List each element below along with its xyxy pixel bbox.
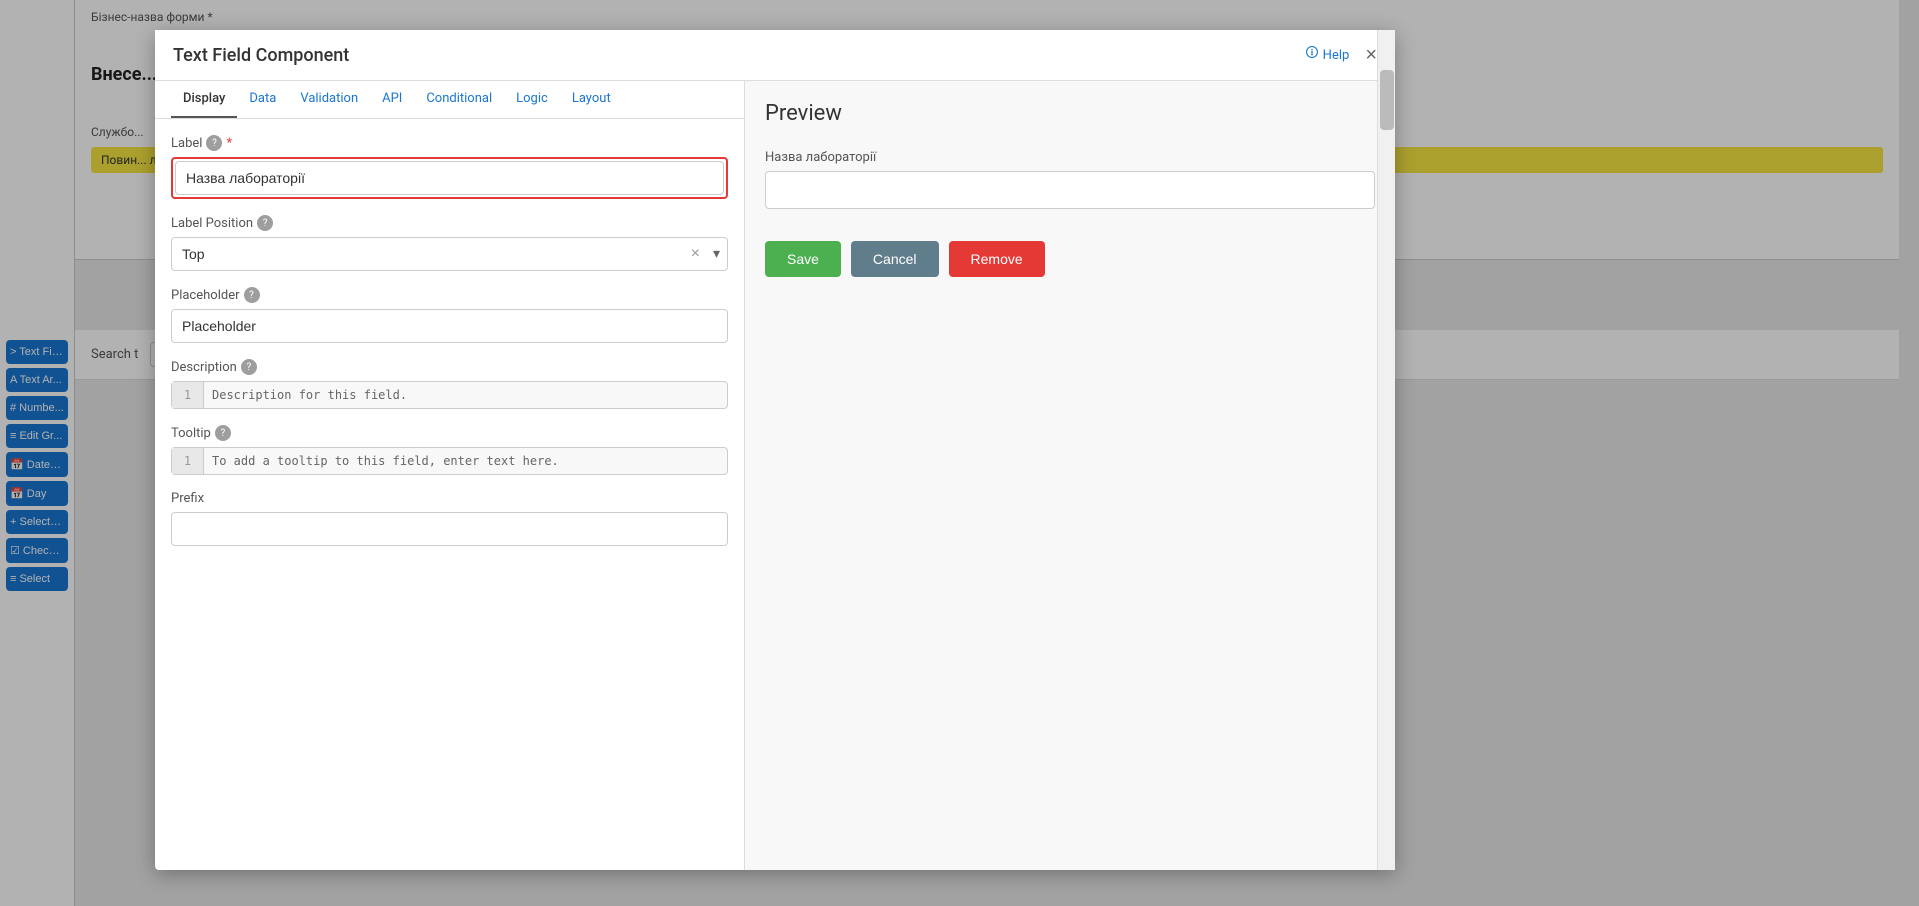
modal-scrollbar[interactable] bbox=[1377, 30, 1395, 870]
modal-title: Text Field Component bbox=[173, 45, 349, 66]
cancel-button[interactable]: Cancel bbox=[851, 241, 939, 277]
description-line-number: 1 bbox=[172, 382, 204, 408]
tab-logic[interactable]: Logic bbox=[504, 81, 560, 118]
help-label: Help bbox=[1323, 48, 1350, 63]
placeholder-help-icon[interactable]: ? bbox=[244, 287, 260, 303]
placeholder-text: Placeholder bbox=[171, 288, 240, 303]
placeholder-field-group: Placeholder ? bbox=[171, 287, 728, 343]
label-field-group: Label ? * bbox=[171, 135, 728, 199]
description-content[interactable]: Description for this field. bbox=[204, 382, 727, 408]
select-clear-button[interactable]: × bbox=[691, 245, 700, 263]
description-field-label: Description ? bbox=[171, 359, 728, 375]
tooltip-content[interactable]: To add a tooltip to this field, enter te… bbox=[204, 448, 727, 474]
tab-api[interactable]: API bbox=[370, 81, 414, 118]
preview-field-label: Назва лабораторії bbox=[765, 150, 1375, 165]
tooltip-field-group: Tooltip ? 1 To add a tooltip to this fie… bbox=[171, 425, 728, 475]
tooltip-editor: 1 To add a tooltip to this field, enter … bbox=[171, 447, 728, 475]
label-text: Label bbox=[171, 136, 202, 151]
remove-button[interactable]: Remove bbox=[949, 241, 1045, 277]
prefix-field-group: Prefix bbox=[171, 491, 728, 546]
modal-header: Text Field Component 🛈 Help × bbox=[155, 30, 1395, 81]
preview-title: Preview bbox=[765, 101, 1375, 126]
tab-conditional[interactable]: Conditional bbox=[414, 81, 504, 118]
label-position-select-wrapper: Top Left Right Bottom × ▾ bbox=[171, 237, 728, 271]
placeholder-field-label: Placeholder ? bbox=[171, 287, 728, 303]
label-position-select[interactable]: Top Left Right Bottom bbox=[171, 237, 728, 271]
help-icon: 🛈 bbox=[1305, 44, 1318, 66]
tabs-bar: Display Data Validation API Conditional … bbox=[155, 81, 744, 119]
label-field-label: Label ? * bbox=[171, 135, 728, 151]
preview-field-input bbox=[765, 171, 1375, 209]
modal-header-right: 🛈 Help × bbox=[1305, 44, 1377, 66]
description-text: Description bbox=[171, 360, 237, 375]
tab-display[interactable]: Display bbox=[171, 81, 237, 118]
action-buttons: Save Cancel Remove bbox=[765, 241, 1375, 277]
close-button[interactable]: × bbox=[1365, 45, 1377, 65]
description-editor: 1 Description for this field. bbox=[171, 381, 728, 409]
placeholder-input[interactable] bbox=[171, 309, 728, 343]
tooltip-field-label: Tooltip ? bbox=[171, 425, 728, 441]
tooltip-help-icon[interactable]: ? bbox=[215, 425, 231, 441]
label-position-label: Label Position ? bbox=[171, 215, 728, 231]
modal-dialog: Text Field Component 🛈 Help × Display Da… bbox=[155, 30, 1395, 870]
label-position-group: Label Position ? Top Left Right Bottom ×… bbox=[171, 215, 728, 271]
label-field-wrapper bbox=[171, 157, 728, 199]
scrollbar-thumb bbox=[1380, 70, 1394, 130]
prefix-text: Prefix bbox=[171, 491, 204, 506]
tooltip-text: Tooltip bbox=[171, 426, 211, 441]
label-position-help-icon[interactable]: ? bbox=[257, 215, 273, 231]
modal-body: Display Data Validation API Conditional … bbox=[155, 81, 1395, 870]
help-link[interactable]: 🛈 Help bbox=[1305, 44, 1349, 66]
prefix-input[interactable] bbox=[171, 512, 728, 546]
prefix-field-label: Prefix bbox=[171, 491, 728, 506]
save-button[interactable]: Save bbox=[765, 241, 841, 277]
label-position-text: Label Position bbox=[171, 216, 253, 231]
description-help-icon[interactable]: ? bbox=[241, 359, 257, 375]
label-help-icon[interactable]: ? bbox=[206, 135, 222, 151]
label-required-mark: * bbox=[226, 136, 232, 151]
preview-panel: Preview Назва лабораторії Save Cancel Re… bbox=[745, 81, 1395, 870]
form-content: Label ? * Label Position ? bbox=[155, 119, 744, 870]
description-field-group: Description ? 1 Description for this fie… bbox=[171, 359, 728, 409]
tooltip-line-number: 1 bbox=[172, 448, 204, 474]
tab-data[interactable]: Data bbox=[237, 81, 288, 118]
tab-layout[interactable]: Layout bbox=[560, 81, 623, 118]
form-editor: Display Data Validation API Conditional … bbox=[155, 81, 745, 870]
label-input[interactable] bbox=[175, 161, 724, 195]
tab-validation[interactable]: Validation bbox=[288, 81, 370, 118]
